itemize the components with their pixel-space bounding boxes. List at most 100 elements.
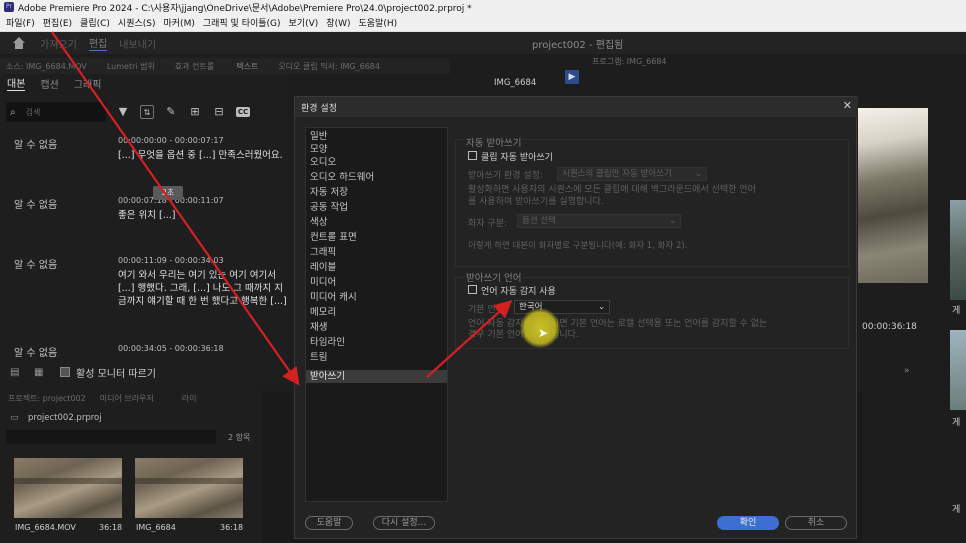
transcript-footer: ▤ ▦ 활성 모니터 따르기 [0, 360, 288, 384]
media-thumbnail[interactable] [14, 458, 122, 518]
category-item-selected[interactable]: 받아쓰기 [306, 370, 447, 383]
search-input[interactable]: ⌕ 검색 [6, 102, 106, 122]
category-item[interactable]: 그래픽 [306, 246, 447, 259]
category-item[interactable]: 오디오 하드웨어 [306, 171, 447, 184]
tab-lumetri[interactable]: Lumetri 범위 [107, 61, 155, 72]
dropdown-value: 옵션 선택 [522, 216, 556, 226]
speaker-label[interactable]: 알 수 없음 [14, 196, 57, 211]
transcript-entry[interactable]: 알 수 없음 00:00:34:05 - 00:00:36:18 [0, 344, 288, 360]
category-item[interactable]: 일반 [306, 130, 447, 143]
speaker-label: 화자 구분: [468, 219, 508, 229]
close-icon[interactable]: ✕ [843, 99, 852, 112]
tab-transcript[interactable]: 대본 [7, 75, 26, 91]
title-bar: Pr Adobe Premiere Pro 2024 - C:\사용자\jjan… [0, 0, 966, 14]
section-heading: 자동 받아쓰기 [464, 135, 524, 149]
category-item[interactable]: 레이블 [306, 261, 447, 274]
speaker-label[interactable]: 알 수 없음 [14, 136, 57, 151]
speaker-label[interactable]: 알 수 없음 [14, 256, 57, 271]
transcript-entry[interactable]: 알 수 없음 00:00:00:00 - 00:00:07:17 [...] 무… [0, 136, 288, 196]
auto-transcribe-checkbox[interactable] [468, 151, 477, 160]
split-segment-icon[interactable]: ⇅ [140, 105, 154, 119]
category-item[interactable]: 자동 저장 [306, 186, 447, 199]
transcript-entry[interactable]: 알 수 없음 00:00:11:09 - 00:00:34:03 여기 와서 우… [0, 256, 288, 336]
tab-captions[interactable]: 캡션 [40, 76, 58, 91]
insert-icon[interactable]: ⊞ [188, 105, 202, 119]
captions-cc-icon[interactable]: CC [236, 107, 250, 117]
menu-help[interactable]: 도움말(H) [355, 16, 402, 29]
selection-tool-icon[interactable]: ▶ [565, 70, 579, 84]
menu-sequence[interactable]: 시퀀스(S) [114, 16, 160, 29]
media-thumbnail[interactable] [135, 458, 243, 518]
entry-text[interactable]: 여기 와서 우리는 여기 있는 여기 여기서 [...] 행했다. 그래, [.… [118, 269, 290, 308]
cancel-button[interactable]: 취소 [785, 516, 847, 530]
category-item[interactable]: 메모리 [306, 306, 447, 319]
auto-transcribe-label: 클립 자동 받아쓰기 [481, 153, 553, 163]
category-item[interactable]: 색상 [306, 216, 447, 229]
category-item[interactable]: 재생 [306, 321, 447, 334]
media-name: IMG_6684 [136, 523, 176, 532]
program-timecode: 00:00:36:18 [862, 322, 917, 332]
category-item[interactable]: 오디오 [306, 156, 447, 169]
list-view-icon[interactable]: ▤ [10, 367, 19, 378]
follow-monitor-checkbox[interactable] [60, 367, 70, 377]
tab-program[interactable]: 프로그램: IMG_6684 [592, 57, 667, 66]
category-item[interactable]: 미디어 [306, 276, 447, 289]
tab-graphics[interactable]: 그래픽 [74, 76, 102, 91]
tooltip: 2초 [153, 186, 183, 200]
transcript-toolbar: ⌕ 검색 ▼ ⇅ ✎ ⊞ ⊟ CC [0, 100, 288, 124]
tab-media-browser[interactable]: 미디어 브라우저 [100, 393, 154, 404]
filter-icon[interactable]: ▼ [116, 105, 130, 119]
menu-bar: 파일(F) 편집(E) 클립(C) 시퀀스(S) 마커(M) 그래픽 및 타이틀… [0, 14, 966, 32]
tab-effect-controls[interactable]: 효과 컨트롤 [175, 61, 214, 72]
workspace-edit[interactable]: 편집 [88, 35, 108, 51]
tab-source[interactable]: 소스: IMG_6684.MOV [6, 61, 87, 72]
workspace-export[interactable]: 내보내기 [119, 36, 156, 51]
text-subtabs: 대본 캡션 그래픽 [0, 74, 288, 92]
language-description: 언어 자동 감지를 사용하면 기본 언어는 로캘 선택용 또는 언어를 감지할 … [468, 319, 768, 340]
side-thumbnail[interactable] [950, 330, 966, 410]
menu-clip[interactable]: 클립(C) [76, 16, 114, 29]
preferences-dialog: 환경 설정 ✕ 일반 모양 오디오 오디오 하드웨어 자동 저장 공동 작업 색… [294, 96, 858, 539]
category-item[interactable]: 컨트롤 표면 [306, 231, 447, 244]
grid-view-icon[interactable]: ▦ [34, 367, 43, 378]
home-icon[interactable] [12, 37, 26, 49]
side-thumbnail[interactable] [950, 200, 966, 300]
menu-view[interactable]: 보기(V) [285, 16, 323, 29]
reset-button[interactable]: 다시 설정... [373, 516, 435, 530]
tab-audio-clip-mixer[interactable]: 오디오 클립 믹서: IMG_6684 [278, 61, 380, 72]
entry-text[interactable]: 좋은 위치 [...] [118, 209, 290, 222]
project-search-input[interactable] [6, 430, 216, 444]
ok-button[interactable]: 확인 [717, 516, 779, 530]
help-button[interactable]: 도움말 [305, 516, 353, 530]
tab-text[interactable]: 텍스트 [236, 61, 258, 72]
side-label: 게 [952, 306, 961, 316]
entry-text[interactable]: [...] 무엇을 옵션 중 [...] 만족스러웠어요. [118, 149, 290, 162]
category-item[interactable]: 트림 [306, 351, 447, 364]
menu-file[interactable]: 파일(F) [2, 16, 39, 29]
category-item[interactable]: 공동 작업 [306, 201, 447, 214]
menu-edit[interactable]: 편집(E) [39, 16, 76, 29]
more-controls-icon[interactable]: » [904, 366, 910, 376]
auto-detect-checkbox[interactable] [468, 285, 477, 294]
speaker-label[interactable]: 알 수 없음 [14, 344, 57, 359]
item-count: 2 항목 [228, 433, 251, 442]
entry-timecode: 00:00:34:05 - 00:00:36:18 [118, 344, 224, 353]
workspace-import[interactable]: 가져오기 [40, 36, 77, 51]
edit-pencil-icon[interactable]: ✎ [164, 105, 178, 119]
mouse-pointer-icon: ➤ [538, 326, 549, 340]
category-item[interactable]: 타임라인 [306, 336, 447, 349]
extract-icon[interactable]: ⊟ [212, 105, 226, 119]
tab-library[interactable]: 라이 [182, 393, 197, 404]
category-item[interactable]: 미디어 캐시 [306, 291, 447, 304]
menu-window[interactable]: 창(W) [322, 16, 354, 29]
speaker-dropdown[interactable]: 옵션 선택 ⌄ [517, 214, 681, 228]
transcript-entry[interactable]: 알 수 없음 00:00:07:18 - 00:00:11:07 좋은 위치 [… [0, 196, 288, 256]
menu-marker[interactable]: 마커(M) [160, 16, 199, 29]
auto-detect-label: 언어 자동 감지 사용 [481, 287, 556, 297]
menu-graphics[interactable]: 그래픽 및 타이틀(G) [199, 16, 285, 29]
transcribe-settings-dropdown[interactable]: 시퀀스의 클립만 자동 받아쓰기 ⌄ [557, 167, 707, 181]
program-monitor-preview [858, 108, 928, 283]
clip-name-label: IMG_6684 [494, 78, 537, 88]
category-item[interactable]: 모양 [306, 143, 447, 156]
tab-project[interactable]: 프로젝트: project002 [8, 393, 86, 404]
